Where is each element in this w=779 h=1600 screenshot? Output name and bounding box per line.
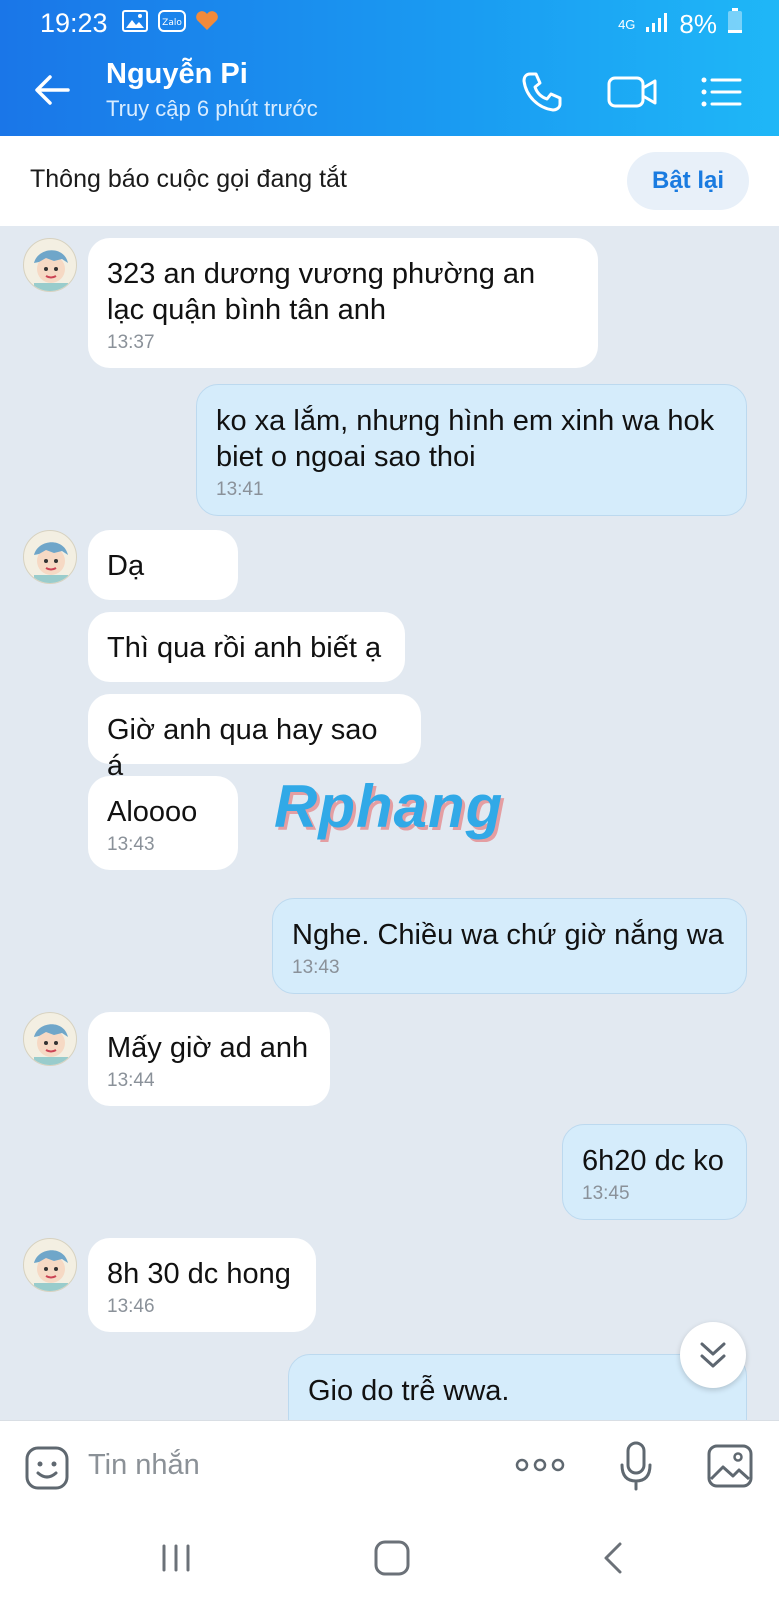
message-text: Gio do trễ wwa. [308,1375,510,1407]
network-type: 4G [618,17,636,32]
last-seen-status: Truy cập 6 phút trước [106,96,318,121]
contact-name[interactable]: Nguyễn Pi [106,58,248,91]
message-bubble-outgoing[interactable]: ko xa lắm, nhưng hình em xinh wa hok bie… [196,384,747,516]
message-text: 323 an dương vương phường an lạc quận bì… [107,258,536,326]
status-bar: 19:23 Zalo 4G 8% [0,0,779,44]
message-time: 13:44 [107,1070,155,1091]
message-text: Thì qua rồi anh biết ạ [107,632,382,664]
message-bubble-outgoing[interactable]: Gio do trễ wwa. [288,1354,747,1420]
message-text: Mấy giờ ad anh [107,1032,309,1064]
signal-icon [645,9,669,40]
chat-area[interactable]: 323 an dương vương phường an lạc quận bì… [0,226,779,1420]
recent-apps-icon[interactable] [156,1538,196,1578]
menu-list-icon[interactable] [698,68,746,116]
status-time: 19:23 [40,8,108,38]
more-icon[interactable] [514,1455,566,1480]
double-chevron-down-icon [700,1342,726,1368]
message-bubble-incoming[interactable]: 8h 30 dc hong 13:46 [88,1238,316,1332]
app-header-background: 19:23 Zalo 4G 8% Nguyễn Pi Truy cập 6 ph… [0,0,779,136]
chat-header: Nguyễn Pi Truy cập 6 phút trước [0,44,779,136]
message-input-bar: Tin nhắn [0,1420,779,1516]
message-bubble-incoming[interactable]: Thì qua rồi anh biết ạ [88,612,405,682]
message-time: 13:45 [582,1183,630,1204]
contact-avatar[interactable] [23,238,77,292]
contact-avatar[interactable] [23,1012,77,1066]
message-text: 8h 30 dc hong [107,1258,291,1290]
emoji-icon[interactable] [24,1445,70,1496]
home-icon[interactable] [372,1538,412,1578]
message-text: Dạ [107,550,145,582]
message-input[interactable]: Tin nhắn [88,1449,200,1482]
scroll-to-bottom-button[interactable] [680,1322,746,1388]
back-arrow-icon[interactable] [30,68,74,112]
message-bubble-outgoing[interactable]: Nghe. Chiều wa chứ giờ nắng wa 13:43 [272,898,747,994]
message-text: Aloooo [107,796,198,828]
video-call-icon[interactable] [606,68,657,116]
message-text: ko xa lắm, nhưng hình em xinh wa hok bie… [216,405,715,473]
svg-text:Zalo: Zalo [162,18,182,28]
zalo-notification-icon: Zalo [158,10,186,37]
battery-icon [727,8,743,41]
battery-level: 8% [679,9,717,39]
message-bubble-incoming[interactable]: Aloooo 13:43 [88,776,238,870]
contact-avatar[interactable] [23,1238,77,1292]
message-bubble-outgoing[interactable]: 6h20 dc ko 13:45 [562,1124,747,1220]
message-time: 13:46 [107,1296,155,1317]
message-bubble-incoming[interactable]: 323 an dương vương phường an lạc quận bì… [88,238,598,368]
message-bubble-incoming[interactable]: Dạ [88,530,238,600]
microphone-icon[interactable] [618,1441,654,1498]
system-navigation-bar [0,1516,779,1600]
system-back-icon[interactable] [594,1538,634,1578]
message-bubble-incoming[interactable]: Giờ anh qua hay sao á [88,694,421,782]
contact-avatar[interactable] [23,530,77,584]
call-notification-banner: Thông báo cuộc gọi đang tắt Bật lại [0,136,779,226]
status-right-group: 4G 8% [618,8,743,41]
image-icon[interactable] [706,1443,754,1494]
phone-call-icon[interactable] [518,68,566,116]
watermark-logo: Rphang [274,773,504,840]
message-bubble-incoming[interactable]: Mấy giờ ad anh 13:44 [88,1012,330,1106]
heart-app-icon [194,10,220,37]
gallery-notification-icon [122,10,148,37]
message-time: 13:43 [292,957,340,978]
message-text: 6h20 dc ko [582,1145,724,1177]
message-time: 13:43 [107,834,155,855]
notice-text: Thông báo cuộc gọi đang tắt [30,165,347,193]
message-text: Nghe. Chiều wa chứ giờ nắng wa [292,919,724,951]
message-time: 13:37 [107,332,155,353]
enable-again-button[interactable]: Bật lại [627,152,749,210]
message-time: 13:41 [216,479,264,500]
